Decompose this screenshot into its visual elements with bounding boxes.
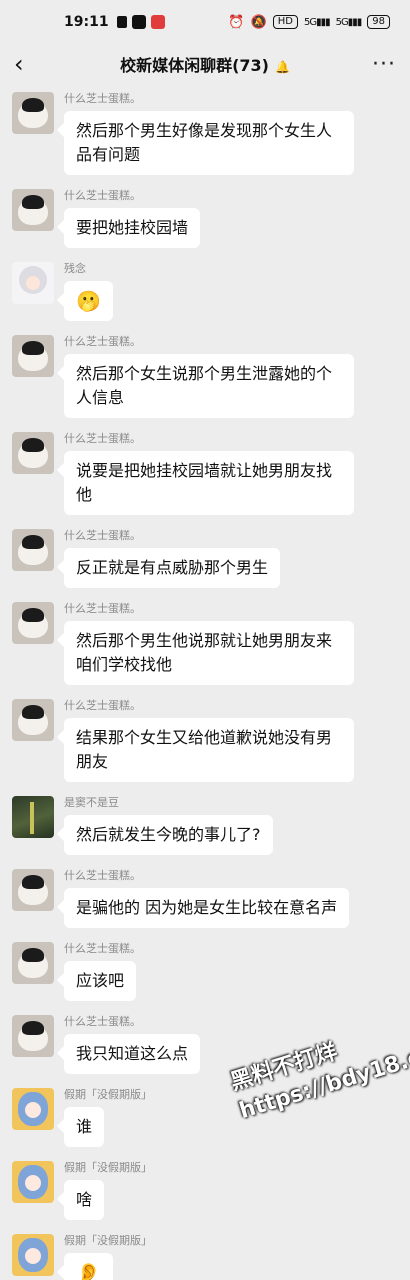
avatar[interactable] xyxy=(12,189,54,231)
mute-icon: 🔕 xyxy=(250,14,267,30)
message-row: 假期「没假期版」啥 xyxy=(0,1161,410,1220)
message-row: 什么芝士蛋糕。是骗他的 因为她是女生比较在意名声 xyxy=(0,869,410,928)
avatar[interactable] xyxy=(12,602,54,644)
message-bubble[interactable]: 然后那个女生说那个男生泄露她的个人信息 xyxy=(64,354,354,418)
alarm-icon: ⏰ xyxy=(228,14,245,30)
sender-name: 什么芝士蛋糕。 xyxy=(64,529,141,542)
avatar[interactable] xyxy=(12,699,54,741)
avatar[interactable] xyxy=(12,1015,54,1057)
hd-icon: HD xyxy=(272,15,298,29)
message-body: 什么芝士蛋糕。要把她挂校园墙 xyxy=(64,189,201,248)
message-row: 是窦不是豆然后就发生今晚的事儿了? xyxy=(0,796,410,855)
mute-bell-icon: 🔔 xyxy=(274,60,290,74)
status-app-icons xyxy=(116,15,165,29)
sender-name: 残念 xyxy=(64,262,86,275)
message-body: 什么芝士蛋糕。说要是把她挂校园墙就让她男朋友找他 xyxy=(64,432,354,515)
message-bubble[interactable]: 👂 xyxy=(64,1253,113,1280)
avatar[interactable] xyxy=(12,432,54,474)
sender-name: 什么芝士蛋糕。 xyxy=(64,602,141,615)
message-row: 什么芝士蛋糕。我只知道这么点 xyxy=(0,1015,410,1074)
sender-name: 什么芝士蛋糕。 xyxy=(64,1015,141,1028)
sender-name: 什么芝士蛋糕。 xyxy=(64,699,141,712)
sender-name: 假期「没假期版」 xyxy=(64,1161,152,1174)
message-bubble[interactable]: 结果那个女生又给他道歉说她没有男朋友 xyxy=(64,718,354,782)
avatar[interactable] xyxy=(12,869,54,911)
message-row: 什么芝士蛋糕。然后那个女生说那个男生泄露她的个人信息 xyxy=(0,335,410,418)
red-app-icon xyxy=(150,15,165,29)
message-bubble[interactable]: 然后就发生今晚的事儿了? xyxy=(64,815,273,855)
message-list[interactable]: 什么芝士蛋糕。 然后那个男生好像是发现那个女生人品有问题 什么芝士蛋糕。 要把她挂校园… xyxy=(0,92,410,1280)
message-bubble[interactable]: 反正就是有点威胁那个男生 xyxy=(64,548,281,588)
avatar[interactable] xyxy=(12,1161,54,1203)
message-body: 什么芝士蛋糕。应该吧 xyxy=(64,942,141,1001)
message-body: 什么芝士蛋糕。是骗他的 因为她是女生比较在意名声 xyxy=(64,869,350,928)
message-bubble[interactable]: 应该吧 xyxy=(64,961,137,1001)
sender-name: 什么芝士蛋糕。 xyxy=(64,869,141,882)
message-row: 假期「没假期版」 👂 xyxy=(0,1234,410,1280)
chat-header: ‹ 校新媒体闲聊群(73) 🔔 ··· xyxy=(0,44,410,84)
message-body: 残念 🫢 xyxy=(64,262,113,321)
network-label-1: 5G xyxy=(303,16,317,28)
avatar[interactable] xyxy=(12,796,54,838)
signal-icon-2: 5G▮▮▮ xyxy=(335,16,363,28)
message-row: 假期「没假期版」谁 xyxy=(0,1088,410,1147)
message-bubble[interactable]: 然后那个男生他说那就让她男朋友来咱们学校找他 xyxy=(64,621,354,685)
more-options-icon[interactable]: ··· xyxy=(372,52,396,77)
message-row: 什么芝士蛋糕。应该吧 xyxy=(0,942,410,1001)
tiktok-icon xyxy=(131,15,146,29)
message-bubble[interactable]: 我只知道这么点 xyxy=(64,1034,201,1074)
message-body: 是窦不是豆然后就发生今晚的事儿了? xyxy=(64,796,273,855)
chat-title: 校新媒体闲聊群(73) xyxy=(120,56,269,75)
message-body: 假期「没假期版」 👂 xyxy=(64,1234,152,1280)
message-row: 什么芝士蛋糕。然后那个男生好像是发现那个女生人品有问题 xyxy=(0,92,410,175)
message-body: 什么芝士蛋糕。我只知道这么点 xyxy=(64,1015,201,1074)
message-row: 什么芝士蛋糕。反正就是有点威胁那个男生 xyxy=(0,529,410,588)
message-body: 假期「没假期版」啥 xyxy=(64,1161,152,1220)
message-row: 什么芝士蛋糕。结果那个女生又给他道歉说她没有男朋友 xyxy=(0,699,410,782)
sender-name: 什么芝士蛋糕。 xyxy=(64,335,141,348)
avatar[interactable] xyxy=(12,1088,54,1130)
message-bubble[interactable]: 啥 xyxy=(64,1180,105,1220)
message-bubble[interactable]: 是骗他的 因为她是女生比较在意名声 xyxy=(64,888,350,928)
sender-name: 什么芝士蛋糕。 xyxy=(64,189,141,202)
message-bubble[interactable]: 谁 xyxy=(64,1107,105,1147)
message-body: 什么芝士蛋糕。反正就是有点威胁那个男生 xyxy=(64,529,281,588)
message-row: 什么芝士蛋糕。然后那个男生他说那就让她男朋友来咱们学校找他 xyxy=(0,602,410,685)
sender-name: 什么芝士蛋糕。 xyxy=(64,942,141,955)
message-body: 什么芝士蛋糕。结果那个女生又给他道歉说她没有男朋友 xyxy=(64,699,354,782)
sender-name: 是窦不是豆 xyxy=(64,796,119,809)
sender-name: 假期「没假期版」 xyxy=(64,1088,152,1101)
avatar[interactable] xyxy=(12,335,54,377)
message-row: 什么芝士蛋糕。说要是把她挂校园墙就让她男朋友找他 xyxy=(0,432,410,515)
message-bubble[interactable]: 🫢 xyxy=(64,281,113,321)
status-time: 19:11 xyxy=(64,14,109,30)
message-bubble[interactable]: 说要是把她挂校园墙就让她男朋友找他 xyxy=(64,451,354,515)
back-arrow-icon[interactable]: ‹ xyxy=(14,50,42,78)
status-right: ⏰ 🔕 HD 5G▮▮▮ 5G▮▮▮ 98 xyxy=(228,15,390,30)
sender-name: 假期「没假期版」 xyxy=(64,1234,152,1247)
message-bubble[interactable]: 要把她挂校园墙 xyxy=(64,208,201,248)
avatar[interactable] xyxy=(12,942,54,984)
sender-name: 什么芝士蛋糕。 xyxy=(64,432,141,445)
message-body: 什么芝士蛋糕。然后那个男生好像是发现那个女生人品有问题 xyxy=(64,92,354,175)
sender-name: 什么芝士蛋糕。 xyxy=(64,92,141,105)
avatar[interactable] xyxy=(12,1234,54,1276)
avatar[interactable] xyxy=(12,262,54,304)
message-body: 什么芝士蛋糕。然后那个女生说那个男生泄露她的个人信息 xyxy=(64,335,354,418)
message-body: 假期「没假期版」谁 xyxy=(64,1088,152,1147)
message-body: 什么芝士蛋糕。然后那个男生他说那就让她男朋友来咱们学校找他 xyxy=(64,602,354,685)
message-bubble[interactable]: 然后那个男生好像是发现那个女生人品有问题 xyxy=(64,111,354,175)
message-row: 什么芝士蛋糕。要把她挂校园墙 xyxy=(0,189,410,248)
sport-app-icon xyxy=(116,16,127,28)
status-bar: 19:11 ⏰ 🔕 HD 5G▮▮▮ 5G▮▮▮ 98 xyxy=(0,0,410,44)
battery-indicator: 98 xyxy=(367,15,390,29)
signal-icon: 5G▮▮▮ xyxy=(303,16,331,28)
network-label-2: 5G xyxy=(335,16,349,28)
avatar[interactable] xyxy=(12,529,54,571)
message-row: 残念 🫢 xyxy=(0,262,410,321)
avatar[interactable] xyxy=(12,92,54,134)
